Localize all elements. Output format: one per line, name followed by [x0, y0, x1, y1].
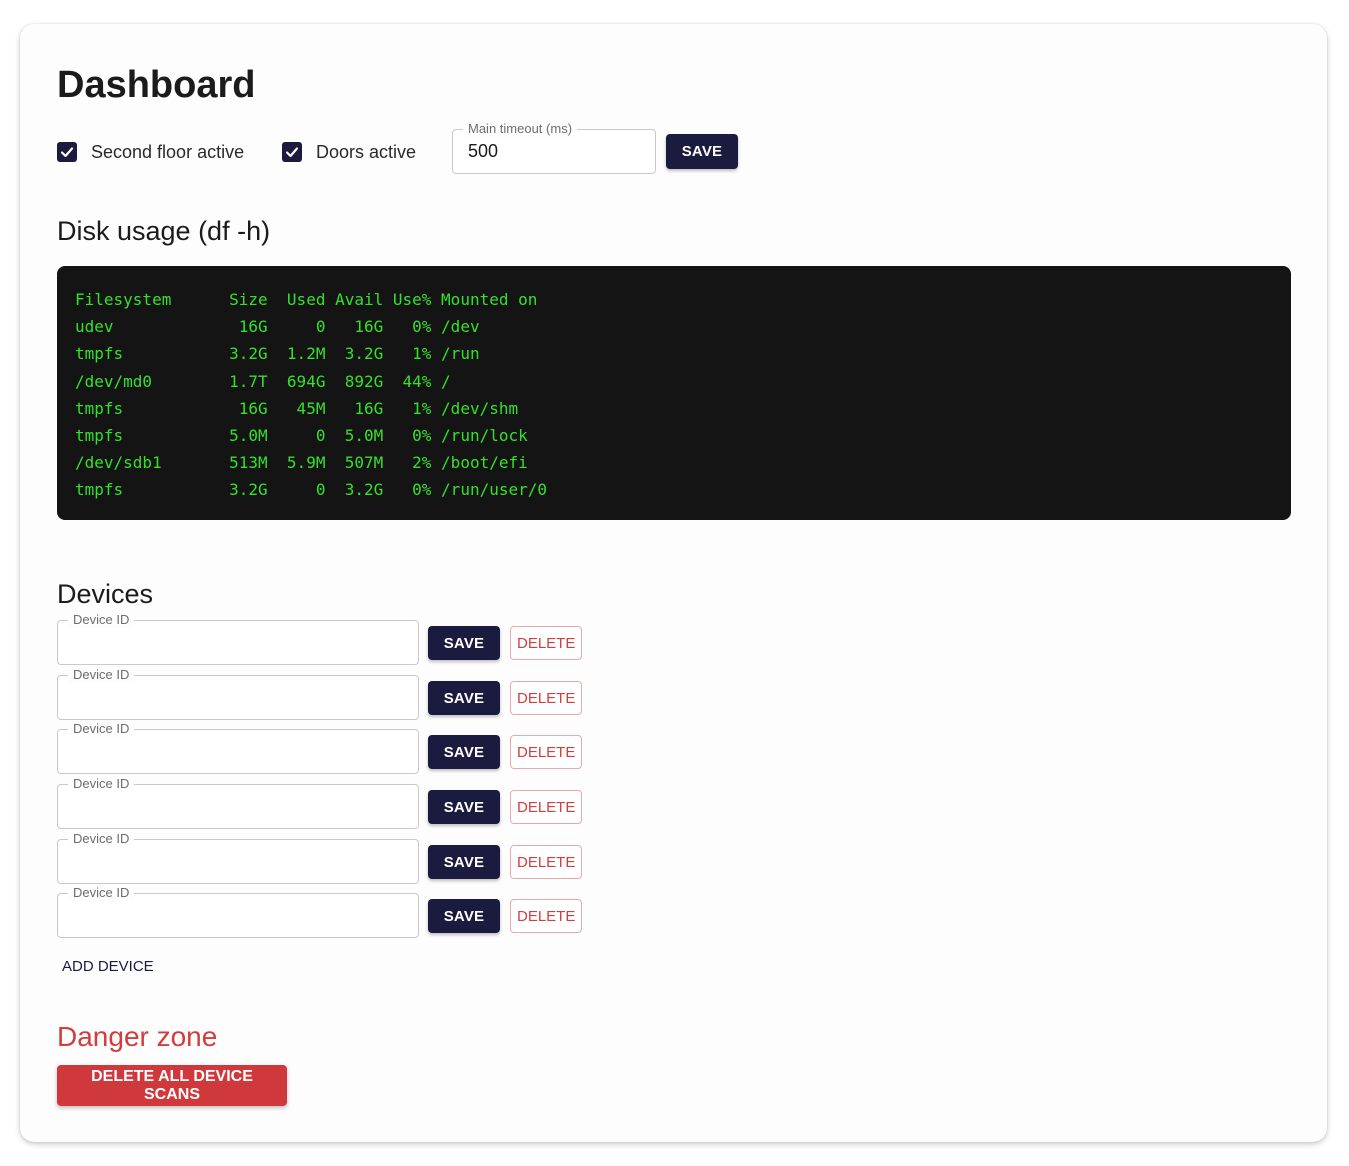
- save-device-button[interactable]: SAVE: [428, 681, 500, 715]
- save-device-button[interactable]: SAVE: [428, 735, 500, 769]
- terminal-line: /dev/sdb1 513M 5.9M 507M 2% /boot/efi: [75, 453, 528, 473]
- delete-device-button[interactable]: DELETE: [510, 681, 582, 715]
- device-id-field[interactable]: Device ID: [57, 831, 419, 884]
- save-device-button[interactable]: SAVE: [428, 899, 500, 933]
- terminal-line: tmpfs 16G 45M 16G 1% /dev/shm: [75, 398, 519, 418]
- devices-title: Devices: [57, 579, 154, 609]
- device-id-field[interactable]: Device ID: [57, 721, 419, 774]
- device-id-field[interactable]: Device ID: [57, 776, 419, 829]
- terminal-line: /dev/md0 1.7T 694G 892G 44% /: [75, 371, 451, 391]
- checkmark-icon: [60, 147, 74, 158]
- terminal-line: tmpfs 3.2G 0 3.2G 0% /run/user/0: [75, 480, 548, 500]
- delete-device-button[interactable]: DELETE: [510, 899, 582, 933]
- dashboard-card: Dashboard Second floor active Doors acti…: [20, 24, 1327, 1142]
- device-id-label: Device ID: [68, 612, 135, 628]
- device-id-value-redacted[interactable]: [73, 797, 163, 817]
- terminal-header-line: Filesystem Size Used Avail Use% Mounted …: [75, 290, 538, 309]
- device-id-value-redacted[interactable]: [73, 633, 163, 653]
- device-id-field[interactable]: Device ID: [57, 885, 419, 938]
- disk-usage-title: Disk usage (df -h): [57, 216, 271, 246]
- save-device-button[interactable]: SAVE: [428, 626, 500, 660]
- device-id-label: Device ID: [68, 885, 135, 901]
- save-device-button[interactable]: SAVE: [428, 845, 500, 879]
- delete-device-button[interactable]: DELETE: [510, 735, 582, 769]
- device-id-label: Device ID: [68, 776, 135, 792]
- doors-checkbox[interactable]: [282, 142, 302, 162]
- page-title: Dashboard: [57, 64, 256, 106]
- doors-toggle[interactable]: Doors active: [282, 140, 416, 164]
- delete-device-button[interactable]: DELETE: [510, 845, 582, 879]
- danger-zone-title: Danger zone: [57, 1021, 218, 1052]
- device-id-label: Device ID: [68, 667, 135, 683]
- delete-all-device-scans-button[interactable]: DELETE ALL DEVICE SCANS: [57, 1065, 287, 1106]
- add-device-button[interactable]: ADD DEVICE: [57, 954, 159, 979]
- terminal-line: udev 16G 0 16G 0% /dev: [75, 317, 480, 337]
- second-floor-toggle[interactable]: Second floor active: [57, 140, 244, 164]
- main-timeout-field[interactable]: Main timeout (ms): [452, 121, 656, 174]
- doors-label: Doors active: [316, 141, 417, 162]
- terminal-line: tmpfs 5.0M 0 5.0M 0% /run/lock: [75, 425, 528, 445]
- delete-device-button[interactable]: DELETE: [510, 790, 582, 824]
- second-floor-checkbox[interactable]: [57, 142, 77, 162]
- save-device-button[interactable]: SAVE: [428, 790, 500, 824]
- delete-device-button[interactable]: DELETE: [510, 626, 582, 660]
- terminal-line: tmpfs 3.2G 1.2M 3.2G 1% /run: [75, 344, 480, 364]
- device-id-value-redacted[interactable]: [73, 852, 163, 872]
- device-id-label: Device ID: [68, 721, 135, 737]
- disk-usage-terminal: Filesystem Size Used Avail Use% Mounted …: [57, 266, 1291, 520]
- device-id-value-redacted[interactable]: [73, 742, 163, 762]
- device-id-value-redacted[interactable]: [73, 906, 163, 926]
- main-timeout-input[interactable]: [468, 130, 645, 173]
- device-id-field[interactable]: Device ID: [57, 612, 419, 665]
- save-settings-button[interactable]: SAVE: [666, 134, 738, 169]
- checkmark-icon: [285, 147, 299, 158]
- second-floor-label: Second floor active: [91, 141, 245, 162]
- device-id-label: Device ID: [68, 831, 135, 847]
- device-id-field[interactable]: Device ID: [57, 667, 419, 720]
- device-id-value-redacted[interactable]: [73, 688, 163, 708]
